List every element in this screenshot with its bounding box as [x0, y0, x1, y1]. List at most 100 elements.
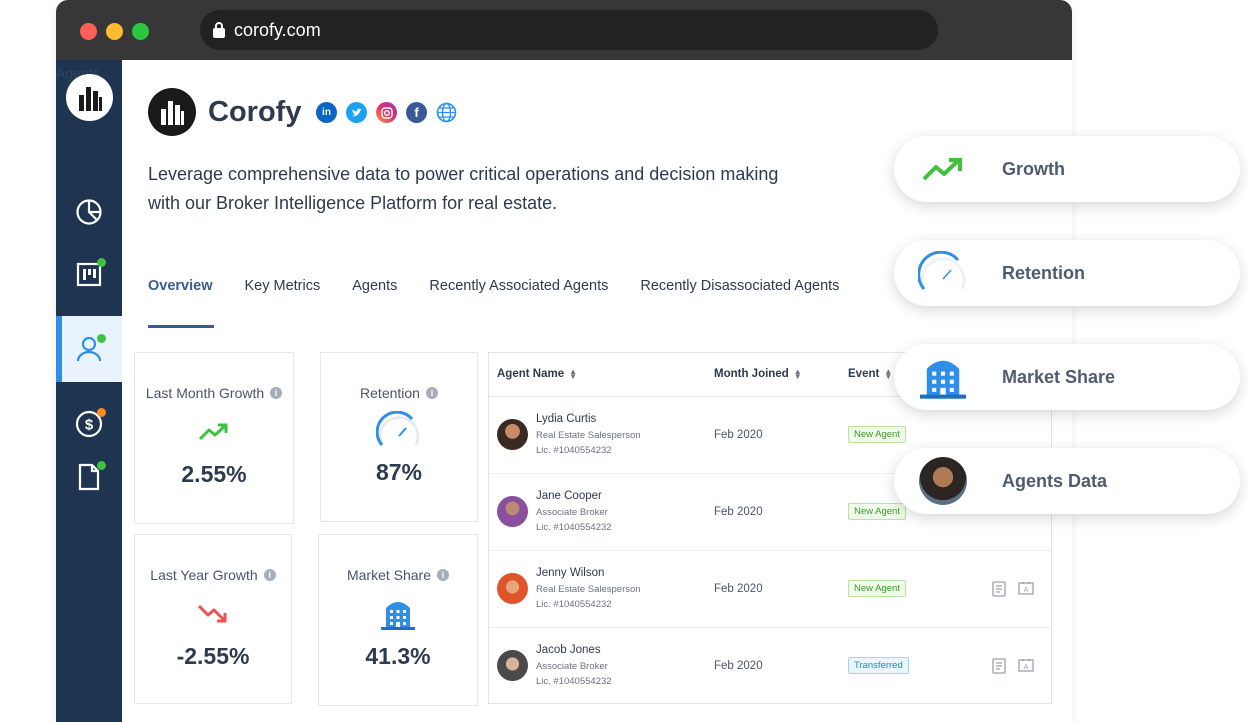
tab-overview[interactable]: Overview — [148, 278, 214, 328]
trend-up-icon — [198, 423, 228, 441]
info-icon[interactable]: i — [425, 387, 438, 399]
svg-text:$: $ — [85, 417, 94, 434]
feature-pill-agents-data[interactable]: Agents Data — [894, 448, 1240, 514]
sidebar-item-documents[interactable] — [56, 444, 122, 510]
metric-value: 2.55% — [181, 461, 247, 487]
agent-license: Lic. #1040554232 — [536, 599, 612, 610]
corofy-logo-icon — [161, 101, 184, 125]
event-badge: New Agent — [848, 580, 906, 597]
agent-name[interactable]: Lydia Curtis — [536, 413, 596, 425]
finance-status-badge — [97, 408, 106, 417]
trend-down-icon — [197, 604, 227, 623]
pie-chart-icon — [76, 199, 102, 225]
table-row[interactable]: Jacob Jones Associate Broker Lic. #10405… — [489, 628, 1051, 703]
column-header-agent-name[interactable]: Agent Name ▲ ▼ — [497, 368, 577, 381]
month-joined: Feb 2020 — [714, 506, 763, 518]
sidebar-logo[interactable] — [66, 74, 113, 121]
agents-status-badge — [97, 334, 106, 343]
pill-label: Growth — [1002, 159, 1065, 179]
avatar — [497, 573, 528, 604]
feature-pill-market-share[interactable]: Market Share — [894, 344, 1240, 410]
sort-icon[interactable]: ▲ ▼ — [569, 368, 577, 381]
month-joined: Feb 2020 — [714, 660, 763, 672]
tab-recently-associated-agents[interactable]: Recently Associated Agents — [429, 278, 608, 328]
address-bar[interactable]: corofy.com — [200, 10, 938, 50]
stage: corofy.com Agents $ Corofy in f Leverage… — [0, 0, 1248, 722]
pill-label: Retention — [1002, 263, 1085, 283]
metric-value: -2.55% — [176, 643, 250, 669]
event-badge: New Agent — [848, 426, 906, 443]
close-window-button[interactable] — [80, 23, 97, 40]
info-icon[interactable]: i — [270, 387, 283, 399]
building-icon — [381, 602, 415, 630]
svg-text:A: A — [1024, 664, 1029, 671]
event-badge: Transferred — [848, 657, 909, 674]
globe-icon[interactable] — [436, 102, 457, 123]
building-icon — [920, 360, 966, 399]
metric-card-last-year-growth: Last Year Growth i -2.55% — [134, 534, 292, 704]
sidebar-item-dashboard[interactable] — [56, 179, 122, 245]
column-header-month-joined[interactable]: Month Joined ▲ ▼ — [714, 368, 802, 381]
corofy-logo-icon — [78, 86, 102, 111]
retention-gauge-icon — [918, 251, 966, 290]
id-card-action-icon[interactable]: A — [1018, 658, 1034, 672]
linkedin-icon[interactable]: in — [316, 102, 337, 123]
agent-role: Real Estate Salesperson — [536, 430, 641, 441]
agent-photo-icon — [919, 457, 967, 505]
agent-role: Associate Broker — [536, 507, 608, 518]
minimize-window-button[interactable] — [106, 23, 123, 40]
sidebar: Agents $ — [56, 60, 122, 722]
lock-icon — [213, 22, 225, 38]
brand-tagline: Leverage comprehensive data to power cri… — [148, 164, 779, 213]
facebook-icon[interactable]: f — [406, 102, 427, 123]
maximize-window-button[interactable] — [132, 23, 149, 40]
tab-recently-disassociated-agents[interactable]: Recently Disassociated Agents — [640, 278, 839, 328]
twitter-icon[interactable] — [346, 102, 367, 123]
metric-card-retention: Retention i 87% — [320, 352, 478, 522]
agent-name[interactable]: Jenny Wilson — [536, 567, 604, 579]
sort-icon[interactable]: ▲ ▼ — [884, 368, 892, 381]
avatar — [497, 419, 528, 450]
sort-icon[interactable]: ▲ ▼ — [794, 368, 802, 381]
documents-status-badge — [97, 461, 106, 470]
info-icon[interactable]: i — [263, 569, 276, 581]
agent-role: Associate Broker — [536, 661, 608, 672]
id-card-action-icon[interactable]: A — [1018, 581, 1034, 595]
svg-text:A: A — [1024, 587, 1029, 594]
feature-pill-growth[interactable]: Growth — [894, 136, 1240, 202]
document-action-icon[interactable] — [992, 658, 1006, 674]
agent-license: Lic. #1040554232 — [536, 522, 612, 533]
brand-name: Corofy — [208, 96, 302, 128]
metric-value: 87% — [375, 459, 423, 485]
agent-license: Lic. #1040554232 — [536, 445, 612, 456]
board-status-badge — [97, 258, 106, 267]
agent-name[interactable]: Jacob Jones — [536, 644, 601, 656]
pill-label: Market Share — [1002, 367, 1116, 387]
feature-pill-retention[interactable]: Retention — [894, 240, 1240, 306]
instagram-icon[interactable] — [376, 102, 397, 123]
avatar — [497, 650, 528, 681]
metric-card-market-share: Market Share i 41.3% — [318, 534, 478, 706]
url-text: corofy.com — [234, 19, 321, 40]
sidebar-item-board[interactable] — [56, 241, 122, 307]
metric-title: Retention — [360, 385, 420, 401]
growth-trend-icon — [922, 158, 962, 181]
agent-license: Lic. #1040554232 — [536, 676, 612, 687]
document-action-icon[interactable] — [992, 581, 1006, 597]
sidebar-item-agents[interactable] — [56, 316, 122, 382]
tab-key-metrics[interactable]: Key Metrics — [245, 278, 321, 328]
metric-card-last-month-growth: Last Month Growth i 2.55% — [134, 352, 294, 524]
tab-agents[interactable]: Agents — [352, 278, 397, 328]
gauge-icon — [376, 411, 420, 446]
month-joined: Feb 2020 — [714, 583, 763, 595]
pill-label: Agents Data — [1002, 471, 1108, 491]
table-row[interactable]: Jenny Wilson Real Estate Salesperson Lic… — [489, 551, 1051, 628]
event-badge: New Agent — [848, 503, 906, 520]
metric-title: Last Month Growth — [145, 385, 265, 401]
column-header-event[interactable]: Event ▲ ▼ — [848, 368, 892, 381]
info-icon[interactable]: i — [437, 569, 450, 581]
agent-name[interactable]: Jane Cooper — [536, 490, 602, 502]
social-links: in f — [316, 102, 457, 123]
month-joined: Feb 2020 — [714, 429, 763, 441]
brand-logo — [148, 88, 196, 136]
